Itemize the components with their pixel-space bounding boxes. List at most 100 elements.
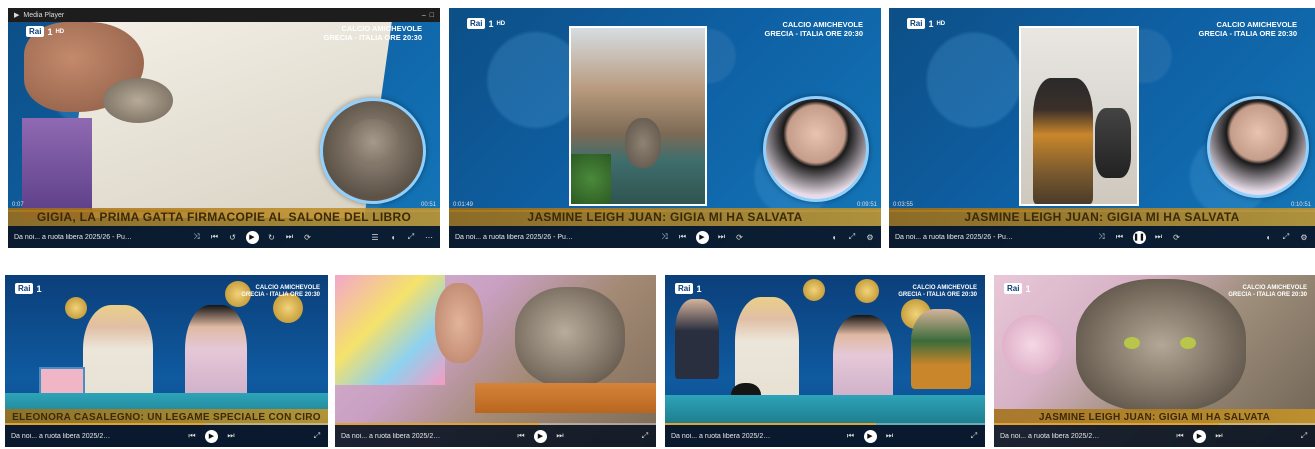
gear-icon[interactable]: ⚙ xyxy=(1299,233,1309,242)
video-frame-3[interactable]: Rai 1 HD CALCIO AMICHEVOLE GRECIA - ITAL… xyxy=(889,8,1315,248)
skip-back-icon[interactable]: ⏮ xyxy=(187,431,197,441)
cat-eye-left xyxy=(1124,337,1140,349)
shuffle-icon[interactable]: ⤨ xyxy=(1097,232,1107,242)
fullscreen-icon[interactable]: ⤢ xyxy=(1299,431,1309,441)
media-title: Da noi... a ruota libera 2025/26 - Punta… xyxy=(11,432,111,440)
media-title: Da noi... a ruota libera 2025/26 - Punta… xyxy=(14,233,134,241)
skip-forward-icon[interactable]: ⏭ xyxy=(1214,431,1224,441)
volume-icon[interactable]: ◖ xyxy=(388,233,398,242)
guest-inset-circle xyxy=(1207,96,1309,198)
forward-icon[interactable]: ↻ xyxy=(267,233,277,242)
video-frame-2[interactable]: Rai 1 HD CALCIO AMICHEVOLE GRECIA - ITAL… xyxy=(449,8,881,248)
fullscreen-icon[interactable]: ⤢ xyxy=(847,232,857,242)
video-frame-5[interactable]: Da noi... a ruota libera 2025/26 - Punta… xyxy=(335,275,656,447)
fullscreen-icon[interactable]: ⤢ xyxy=(312,431,322,441)
play-icon[interactable]: ▶ xyxy=(863,429,877,443)
colorful-sleeve xyxy=(335,275,445,385)
cushion xyxy=(475,383,656,413)
repeat-icon[interactable]: ⟳ xyxy=(303,233,313,242)
cat-head xyxy=(348,119,398,165)
channel-logo: Rai 1 xyxy=(675,283,701,294)
play-icon[interactable]: ▶ xyxy=(205,429,218,443)
promo-text: CALCIO AMICHEVOLE GRECIA - ITALIA ORE 20… xyxy=(1198,20,1298,38)
play-icon[interactable]: ▶ xyxy=(1193,429,1206,443)
cat-inset-circle xyxy=(320,98,426,204)
play-icon[interactable]: ▶ xyxy=(695,230,709,244)
repeat-icon[interactable]: ⟳ xyxy=(1172,233,1182,242)
player-controls: Da noi... a ruota libera 2025/26 - Punta… xyxy=(8,226,440,248)
skip-forward-icon[interactable]: ⏭ xyxy=(285,232,295,242)
volume-icon[interactable]: ◖ xyxy=(1263,233,1273,242)
window-title: Media Player xyxy=(23,11,65,19)
cat-eye-right xyxy=(1180,337,1196,349)
skip-back-icon[interactable]: ⏮ xyxy=(1115,232,1125,242)
skip-forward-icon[interactable]: ⏭ xyxy=(885,431,895,441)
subtitles-icon[interactable]: ☰ xyxy=(370,233,380,242)
media-title: Da noi... a ruota libera 2025/26 - Punta… xyxy=(671,432,771,440)
shuffle-icon[interactable]: ⤨ xyxy=(192,232,202,242)
promo-text: CALCIO AMICHEVOLE GRECIA - ITALIA ORE 20… xyxy=(1228,285,1307,298)
play-icon[interactable]: ▶ xyxy=(245,230,259,244)
promo-text: CALCIO AMICHEVOLE GRECIA - ITALIA ORE 20… xyxy=(764,20,864,38)
crowd xyxy=(1095,108,1131,178)
fullscreen-icon[interactable]: ⤢ xyxy=(406,232,416,242)
channel-logo: Rai 1 HD xyxy=(467,18,505,29)
audience-man xyxy=(675,299,719,379)
channel-logo: Rai 1 HD xyxy=(907,18,945,29)
gold-disc-decor xyxy=(65,297,87,319)
play-icon[interactable]: ▶ xyxy=(534,429,547,443)
guest-inset-circle xyxy=(763,96,869,202)
cat-head xyxy=(515,287,625,387)
video-frame-4[interactable]: Rai 1 CALCIO AMICHEVOLE GRECIA - ITALIA … xyxy=(5,275,328,447)
rewind-icon[interactable]: ↺ xyxy=(228,233,238,242)
video-frame-6[interactable]: Rai 1 CALCIO AMICHEVOLE GRECIA - ITALIA … xyxy=(665,275,985,447)
more-icon[interactable]: ⋯ xyxy=(424,233,434,242)
media-title: Da noi... a ruota libera 2025/26 - Punta… xyxy=(455,233,575,241)
maximize-icon[interactable]: □ xyxy=(430,12,434,19)
person-with-cat xyxy=(1033,78,1093,204)
video-frame-7[interactable]: Rai 1 CALCIO AMICHEVOLE GRECIA - ITALIA … xyxy=(994,275,1315,447)
fullscreen-icon[interactable]: ⤢ xyxy=(640,431,650,441)
sofa xyxy=(665,395,985,425)
cat-on-railing xyxy=(625,118,661,168)
skip-back-icon[interactable]: ⏮ xyxy=(678,232,688,242)
fullscreen-icon[interactable]: ⤢ xyxy=(969,431,979,441)
skip-back-icon[interactable]: ⏮ xyxy=(516,431,526,441)
channel-logo: Rai 1 HD xyxy=(26,26,64,37)
fullscreen-icon[interactable]: ⤢ xyxy=(1281,232,1291,242)
plants xyxy=(571,154,611,204)
media-title: Da noi... a ruota libera 2025/26 - Punta… xyxy=(1000,432,1100,440)
volume-icon[interactable]: ◖ xyxy=(829,233,839,242)
skip-back-icon[interactable]: ⏮ xyxy=(210,232,220,242)
gear-icon[interactable]: ⚙ xyxy=(865,233,875,242)
promo-text: CALCIO AMICHEVOLE GRECIA - ITALIA ORE 20… xyxy=(323,24,423,42)
skip-forward-icon[interactable]: ⏭ xyxy=(1154,232,1164,242)
promo-text: CALCIO AMICHEVOLE GRECIA - ITALIA ORE 20… xyxy=(898,285,977,298)
player-controls: Da noi... a ruota libera 2025/26 - Punta… xyxy=(449,226,881,248)
channel-logo: Rai 1 xyxy=(15,283,41,294)
player-controls: Da noi... a ruota libera 2025/26 - Punta… xyxy=(665,425,985,447)
caption-bar: GIGIA, LA PRIMA GATTA FIRMACOPIE AL SALO… xyxy=(8,208,440,226)
promo-text: CALCIO AMICHEVOLE GRECIA - ITALIA ORE 20… xyxy=(241,285,320,298)
hand-image xyxy=(435,283,483,363)
player-controls: Da noi... a ruota libera 2025/26 - Punta… xyxy=(889,226,1315,248)
skip-back-icon[interactable]: ⏮ xyxy=(1175,431,1185,441)
player-controls: Da noi... a ruota libera 2025/26 - Punta… xyxy=(5,425,328,447)
flower xyxy=(1002,315,1062,375)
media-title: Da noi... a ruota libera 2025/26 - Punta… xyxy=(341,432,441,440)
caption-bar: JASMINE LEIGH JUAN: GIGIA MI HA SALVATA xyxy=(889,208,1315,226)
repeat-icon[interactable]: ⟳ xyxy=(735,233,745,242)
skip-forward-icon[interactable]: ⏭ xyxy=(555,431,565,441)
video-frame-1[interactable]: ▶ Media Player – □ Rai 1 HD CALCIO AMICH… xyxy=(8,8,440,248)
skip-back-icon[interactable]: ⏮ xyxy=(846,431,856,441)
minimize-icon[interactable]: – xyxy=(422,12,426,19)
skip-forward-icon[interactable]: ⏭ xyxy=(226,431,236,441)
skip-forward-icon[interactable]: ⏭ xyxy=(717,232,727,242)
media-title: Da noi... a ruota libera 2025/26 - Punta… xyxy=(895,233,1015,241)
gallery-photo xyxy=(1019,26,1139,206)
gold-disc-decor xyxy=(803,279,825,301)
gold-disc-decor xyxy=(855,279,879,303)
audience-man-2 xyxy=(911,309,971,389)
shuffle-icon[interactable]: ⤨ xyxy=(660,232,670,242)
pause-icon[interactable]: ❚❚ xyxy=(1132,230,1146,244)
